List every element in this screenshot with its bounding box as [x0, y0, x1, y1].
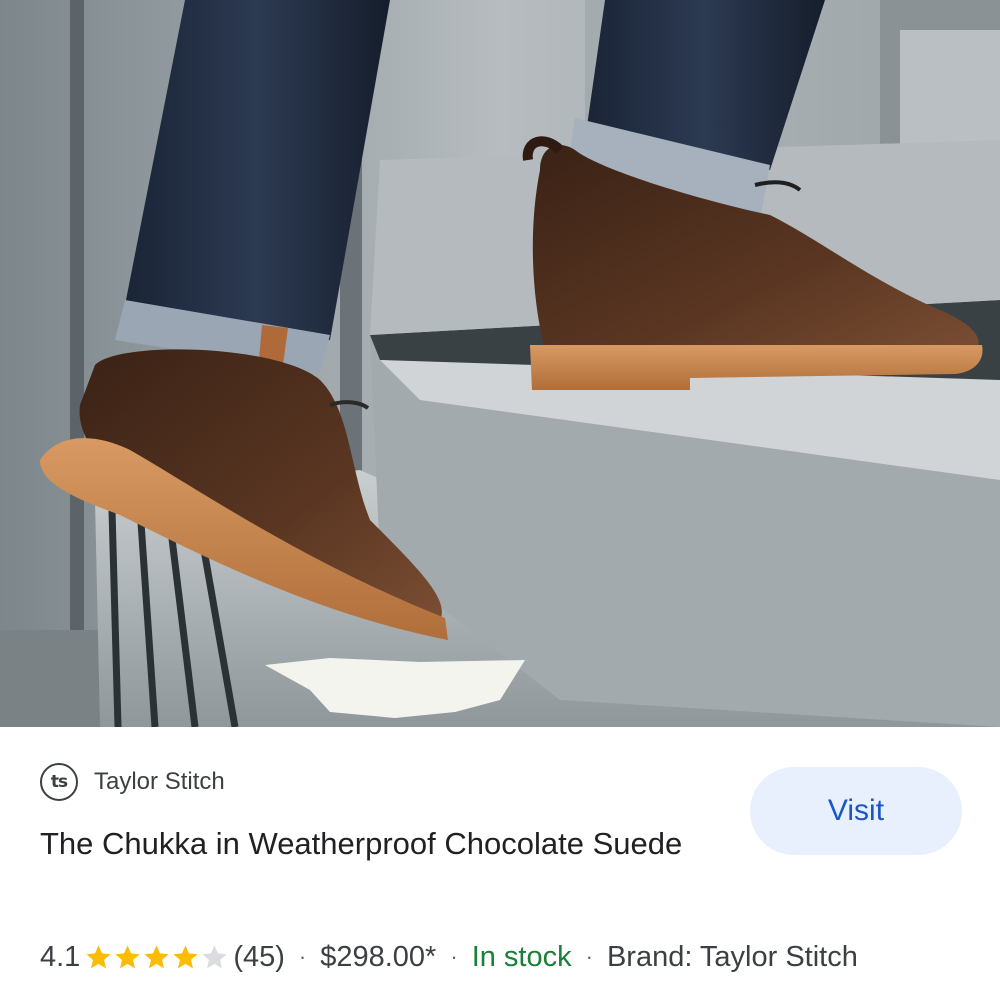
star-filled-icon: [115, 944, 140, 968]
separator-dot: ·: [450, 944, 458, 969]
merchant-logo: ts: [40, 763, 78, 801]
separator-dot: ·: [298, 944, 307, 969]
product-title[interactable]: The Chukka in Weatherproof Chocolate Sue…: [40, 820, 700, 868]
star-empty-icon: [202, 944, 227, 968]
star-filled-icon: [144, 944, 169, 968]
visit-button[interactable]: Visit: [750, 767, 962, 855]
availability-status: In stock: [471, 940, 572, 973]
review-count[interactable]: (45): [233, 941, 285, 974]
merchant-row[interactable]: ts Taylor Stitch: [40, 762, 225, 802]
product-image[interactable]: [0, 0, 1000, 727]
star-filled-icon: [173, 944, 198, 968]
rating-value: 4.1: [40, 940, 81, 973]
star-filled-icon: [86, 944, 111, 968]
product-meta-row: 4.1 (45) · $298.00* · In stock · Brand: …: [40, 936, 858, 978]
separator-dot: ·: [585, 944, 593, 969]
merchant-name[interactable]: Taylor Stitch: [94, 768, 225, 796]
star-rating: [84, 943, 229, 972]
brand-label: Brand: Taylor Stitch: [606, 940, 858, 973]
boots-on-stairs-photo: [0, 0, 1000, 727]
price: $298.00*: [320, 940, 437, 973]
